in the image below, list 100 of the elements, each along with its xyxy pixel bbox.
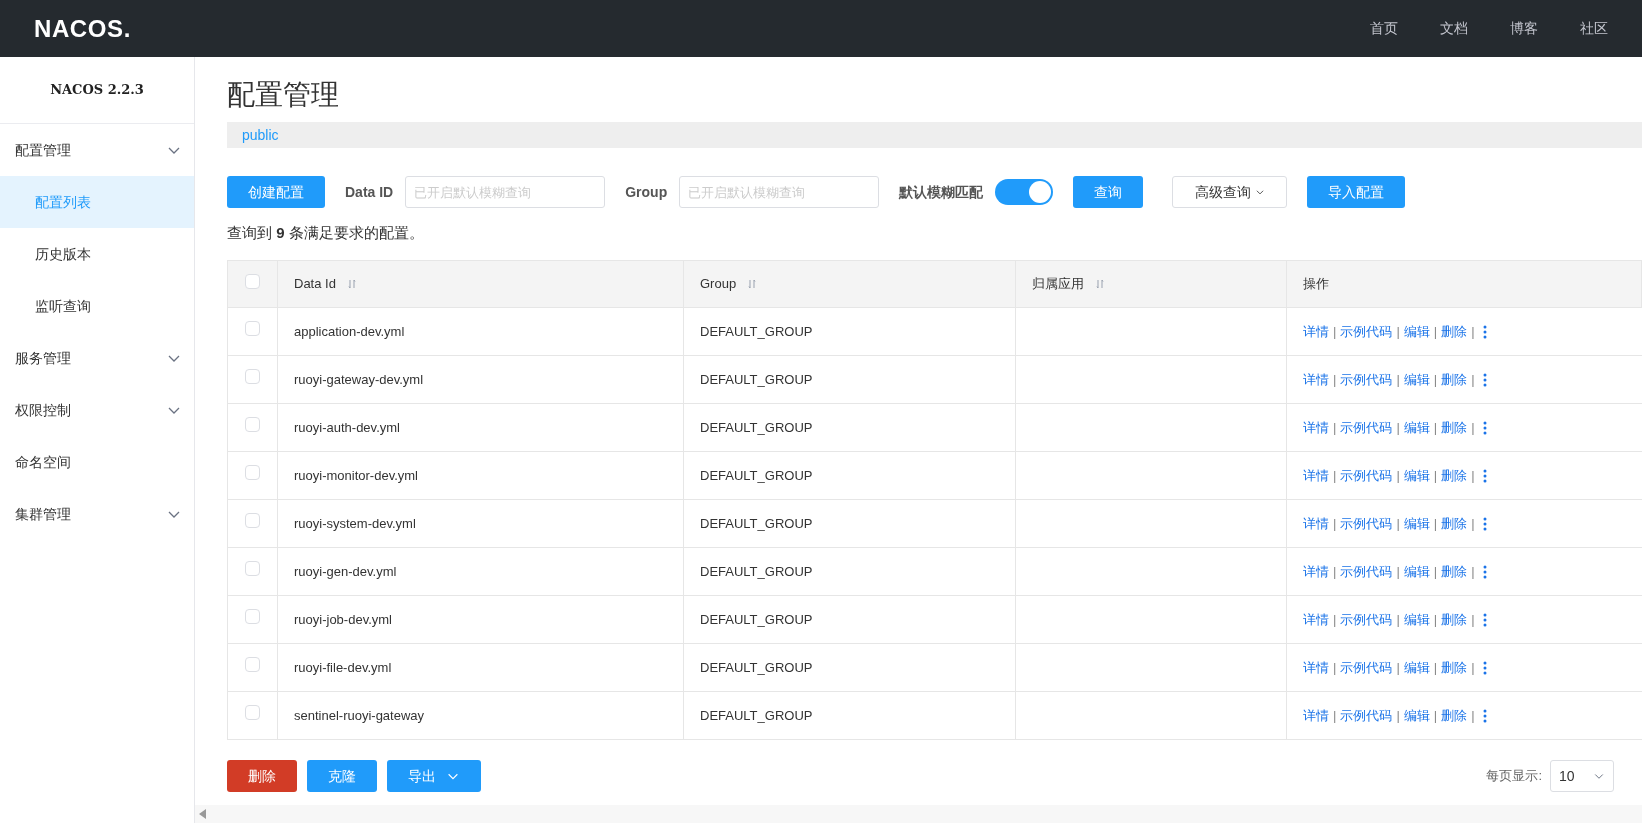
checkbox[interactable] [245, 561, 260, 577]
separator: | [1396, 706, 1400, 725]
checkbox[interactable] [245, 417, 260, 433]
clone-button[interactable]: 克隆 [307, 760, 377, 792]
more-icon[interactable] [1482, 564, 1487, 579]
action-link[interactable]: 编辑 [1403, 657, 1430, 678]
separator: | [1433, 418, 1438, 437]
table-cell: ruoyi-monitor-dev.yml [277, 451, 684, 500]
page-size-select[interactable]: 10 [1550, 760, 1614, 792]
action-link[interactable]: 删除 [1441, 705, 1468, 726]
checkbox[interactable] [245, 273, 260, 289]
action-link[interactable]: 示例代码 [1340, 417, 1393, 438]
nav-link[interactable]: 文档 [1440, 18, 1468, 39]
advanced-query-button[interactable]: 高级查询 [1172, 176, 1288, 208]
action-link[interactable]: 删除 [1441, 465, 1468, 486]
checkbox[interactable] [245, 465, 260, 481]
delete-button[interactable]: 删除 [227, 760, 297, 792]
table-cell: ruoyi-system-dev.yml [277, 499, 684, 548]
action-link[interactable]: 示例代码 [1340, 657, 1393, 678]
action-link[interactable]: 详情 [1303, 369, 1329, 390]
logo[interactable]: NACOS. [34, 10, 131, 47]
nav-link[interactable]: 首页 [1370, 18, 1398, 39]
sidebar-subitem[interactable]: 历史版本 [0, 228, 194, 280]
sidebar-item[interactable]: 服务管理 [0, 332, 194, 384]
sort-icon[interactable] [748, 279, 757, 289]
action-link[interactable]: 编辑 [1403, 417, 1430, 438]
checkbox[interactable] [245, 369, 260, 385]
query-button[interactable]: 查询 [1073, 176, 1144, 208]
action-link[interactable]: 编辑 [1403, 561, 1430, 582]
action-link[interactable]: 编辑 [1403, 513, 1430, 534]
sidebar-item[interactable]: 命名空间 [0, 436, 194, 488]
action-link[interactable]: 删除 [1441, 657, 1468, 678]
separator: | [1471, 562, 1475, 581]
scroll-left-icon[interactable] [199, 809, 207, 819]
namespace-link[interactable]: public [242, 124, 279, 146]
separator: | [1433, 466, 1438, 485]
action-link[interactable]: 示例代码 [1340, 705, 1393, 726]
action-link[interactable]: 详情 [1303, 609, 1329, 630]
more-icon[interactable] [1482, 612, 1487, 627]
checkbox[interactable] [245, 609, 260, 625]
action-link[interactable]: 编辑 [1403, 705, 1430, 726]
action-link[interactable]: 详情 [1303, 657, 1329, 678]
sidebar-item[interactable]: 集群管理 [0, 488, 194, 540]
action-link[interactable]: 示例代码 [1340, 561, 1393, 582]
action-link[interactable]: 示例代码 [1340, 465, 1393, 486]
more-icon[interactable] [1482, 420, 1487, 435]
table-cell: ruoyi-file-dev.yml [277, 643, 684, 692]
action-link[interactable]: 示例代码 [1340, 321, 1393, 342]
create-config-button[interactable]: 创建配置 [227, 176, 325, 208]
action-link[interactable]: 编辑 [1403, 369, 1430, 390]
import-config-button[interactable]: 导入配置 [1307, 176, 1406, 208]
action-link[interactable]: 示例代码 [1340, 513, 1393, 534]
separator: | [1396, 370, 1400, 389]
data-id-label: Data ID [345, 182, 394, 202]
action-link[interactable]: 删除 [1441, 561, 1468, 582]
action-link[interactable]: 详情 [1303, 561, 1329, 582]
separator: | [1396, 658, 1400, 677]
sidebar-subitem[interactable]: 配置列表 [0, 176, 194, 228]
table-cell: DEFAULT_GROUP [683, 547, 1016, 596]
action-link[interactable]: 删除 [1441, 417, 1468, 438]
more-icon[interactable] [1482, 324, 1487, 339]
fuzzy-match-toggle[interactable] [995, 179, 1054, 205]
nav-link[interactable]: 社区 [1580, 18, 1608, 39]
action-link[interactable]: 删除 [1441, 513, 1468, 534]
action-link[interactable]: 编辑 [1403, 321, 1430, 342]
action-link[interactable]: 详情 [1303, 465, 1329, 486]
column-header: Data Id [277, 260, 684, 308]
checkbox[interactable] [245, 321, 260, 337]
checkbox[interactable] [245, 513, 260, 529]
checkbox[interactable] [245, 705, 260, 721]
checkbox[interactable] [245, 657, 260, 673]
export-button[interactable]: 导出 [387, 760, 481, 792]
separator: | [1471, 370, 1475, 389]
table-cell: DEFAULT_GROUP [683, 403, 1016, 452]
action-link[interactable]: 编辑 [1403, 609, 1430, 630]
sidebar-item[interactable]: 配置管理 [0, 124, 194, 176]
more-icon[interactable] [1482, 660, 1487, 675]
sidebar-item[interactable]: 权限控制 [0, 384, 194, 436]
horizontal-scrollbar[interactable] [195, 805, 1642, 823]
action-link[interactable]: 删除 [1441, 321, 1468, 342]
more-icon[interactable] [1482, 708, 1487, 723]
nav-link[interactable]: 博客 [1510, 18, 1538, 39]
action-link[interactable]: 详情 [1303, 417, 1329, 438]
separator: | [1433, 706, 1438, 725]
action-link[interactable]: 详情 [1303, 321, 1329, 342]
sort-icon[interactable] [1096, 279, 1104, 289]
more-icon[interactable] [1482, 372, 1487, 387]
action-link[interactable]: 详情 [1303, 705, 1329, 726]
action-link[interactable]: 示例代码 [1340, 369, 1393, 390]
action-link[interactable]: 编辑 [1403, 465, 1430, 486]
action-link[interactable]: 示例代码 [1340, 609, 1393, 630]
more-icon[interactable] [1482, 516, 1487, 531]
action-link[interactable]: 详情 [1303, 513, 1329, 534]
more-icon[interactable] [1482, 468, 1487, 483]
sort-icon[interactable] [347, 279, 356, 289]
sidebar-subitem[interactable]: 监听查询 [0, 280, 194, 332]
action-link[interactable]: 删除 [1441, 369, 1468, 390]
table-cell: DEFAULT_GROUP [683, 499, 1016, 548]
table-cell: sentinel-ruoyi-gateway [277, 691, 684, 740]
action-link[interactable]: 删除 [1441, 609, 1468, 630]
